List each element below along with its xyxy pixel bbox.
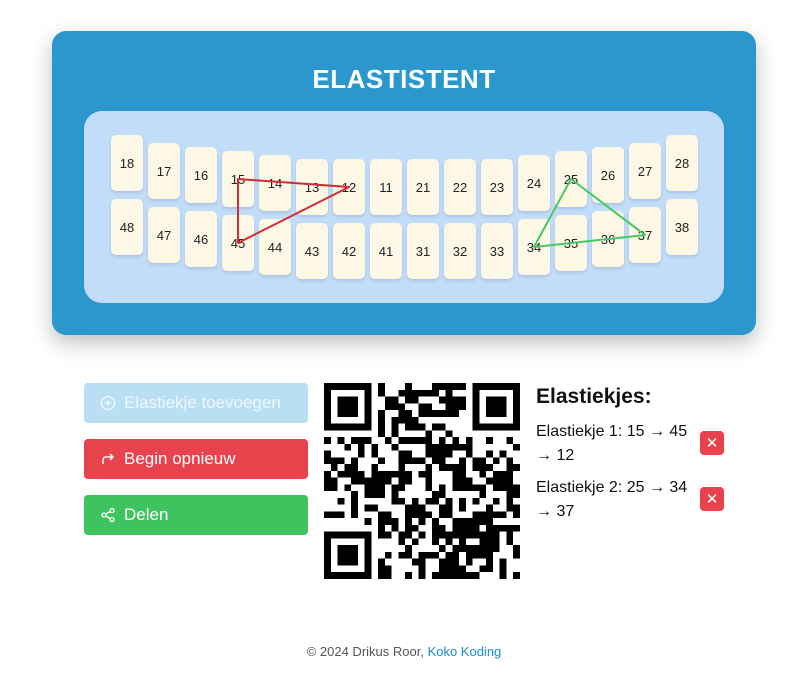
tooth-16[interactable]: 16 <box>185 147 217 203</box>
footer-copyright: © 2024 Drikus Roor, <box>306 644 428 659</box>
tooth-34[interactable]: 34 <box>518 219 550 275</box>
tooth-28[interactable]: 28 <box>666 135 698 191</box>
tooth-18[interactable]: 18 <box>111 135 143 191</box>
tooth-37[interactable]: 37 <box>629 207 661 263</box>
tooth-26[interactable]: 26 <box>592 147 624 203</box>
tooth-22[interactable]: 22 <box>444 159 476 215</box>
tooth-12[interactable]: 12 <box>333 159 365 215</box>
tooth-31[interactable]: 31 <box>407 223 439 279</box>
share-icon <box>101 507 115 523</box>
plus-circle-icon <box>100 395 116 411</box>
add-elastic-label: Elastiekje toevoegen <box>124 393 281 412</box>
tooth-41[interactable]: 41 <box>370 223 402 279</box>
tooth-46[interactable]: 46 <box>185 211 217 267</box>
footer-link[interactable]: Koko Koding <box>428 644 502 659</box>
tooth-48[interactable]: 48 <box>111 199 143 255</box>
tooth-44[interactable]: 44 <box>259 219 291 275</box>
share-label: Delen <box>124 505 169 524</box>
band-list-heading: Elastiekjes: <box>536 385 652 408</box>
tooth-13[interactable]: 13 <box>296 159 328 215</box>
tooth-47[interactable]: 47 <box>148 207 180 263</box>
tooth-35[interactable]: 35 <box>555 215 587 271</box>
tooth-14[interactable]: 14 <box>259 155 291 211</box>
delete-band-button[interactable]: ✕ <box>700 487 724 511</box>
mouth-area <box>84 111 724 303</box>
tooth-32[interactable]: 32 <box>444 223 476 279</box>
band-list-item: Elastiekje 2: 25 → 34 → 37 <box>536 479 688 520</box>
tooth-11[interactable]: 11 <box>370 159 402 215</box>
tooth-24[interactable]: 24 <box>518 155 550 211</box>
tooth-25[interactable]: 25 <box>555 151 587 207</box>
delete-band-button[interactable]: ✕ <box>700 431 724 455</box>
redo-icon <box>102 453 115 464</box>
app-title: ELASTISTENT <box>312 64 496 94</box>
tooth-15[interactable]: 15 <box>222 151 254 207</box>
tooth-33[interactable]: 33 <box>481 223 513 279</box>
tooth-43[interactable]: 43 <box>296 223 328 279</box>
tooth-23[interactable]: 23 <box>481 159 513 215</box>
tooth-38[interactable]: 38 <box>666 199 698 255</box>
qr-code <box>324 383 520 579</box>
share-button[interactable]: Delen <box>84 495 308 535</box>
tooth-36[interactable]: 36 <box>592 211 624 267</box>
footer: © 2024 Drikus Roor, Koko Koding <box>0 644 808 659</box>
add-elastic-button[interactable]: Elastiekje toevoegen <box>84 383 308 423</box>
restart-label: Begin opnieuw <box>124 449 236 468</box>
restart-button[interactable]: Begin opnieuw <box>84 439 308 479</box>
tooth-17[interactable]: 17 <box>148 143 180 199</box>
band-list-item: Elastiekje 1: 15 → 45 → 12 <box>536 423 688 464</box>
tooth-45[interactable]: 45 <box>222 215 254 271</box>
tooth-21[interactable]: 21 <box>407 159 439 215</box>
tooth-27[interactable]: 27 <box>629 143 661 199</box>
tooth-42[interactable]: 42 <box>333 223 365 279</box>
